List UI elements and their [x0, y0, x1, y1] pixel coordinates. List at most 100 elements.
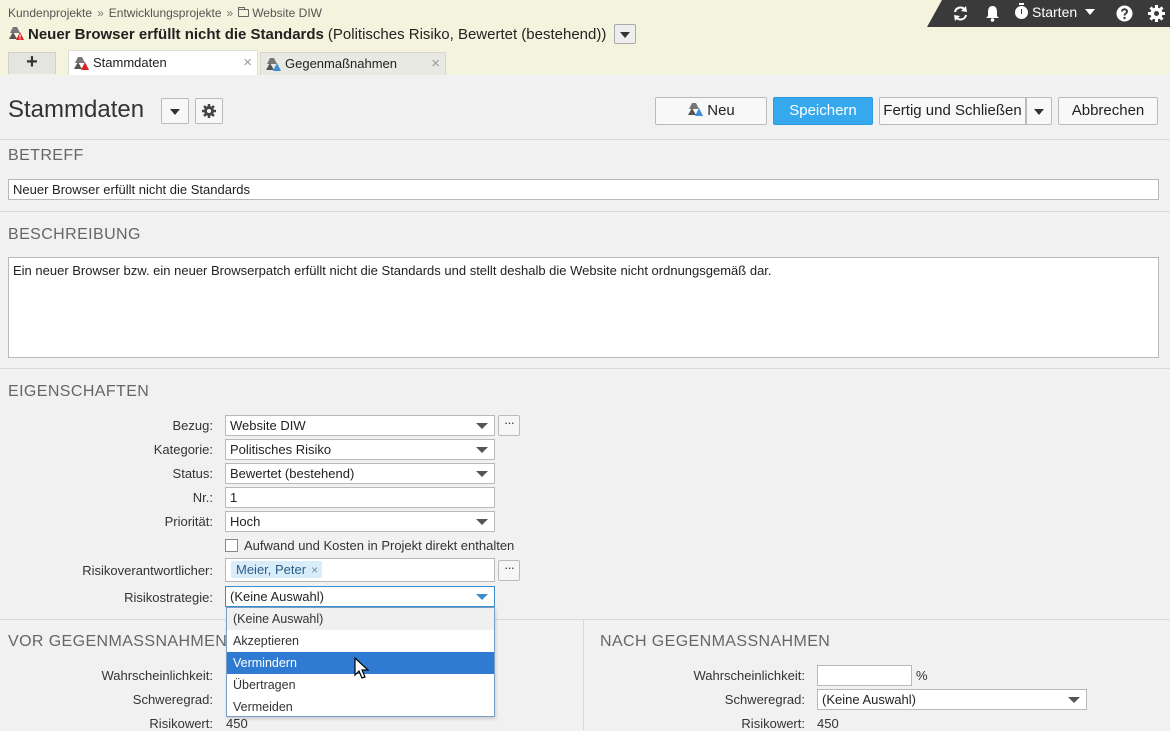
- breadcrumb: Kundenprojekte » Entwicklungsprojekte » Webs…: [8, 6, 322, 20]
- risikostrategie-value: (Keine Auswahl): [230, 589, 324, 604]
- risikoverantwortlicher-label: Risikoverantwortlicher:: [82, 563, 213, 578]
- close-icon[interactable]: ×: [243, 51, 252, 75]
- nach-schweregrad-value: (Keine Auswahl): [822, 692, 916, 707]
- divider: [0, 211, 1170, 212]
- chevron-down-icon: [476, 471, 488, 477]
- divider: [0, 139, 1170, 140]
- mouse-cursor-icon: [354, 657, 370, 679]
- page-settings-button[interactable]: [195, 98, 223, 124]
- kategorie-label: Kategorie:: [153, 442, 213, 457]
- breadcrumb-item-entwicklungsprojekte[interactable]: Entwicklungsprojekte: [109, 6, 222, 20]
- page-menu-button[interactable]: [161, 98, 189, 124]
- nach-risikowert-value: 450: [817, 716, 839, 731]
- kategorie-select[interactable]: Politisches Risiko: [225, 439, 495, 460]
- person-chip-label: Meier, Peter: [236, 562, 307, 577]
- tab-label: Gegenmaßnahmen: [285, 56, 398, 71]
- breadcrumb-item-website[interactable]: Website DIW: [252, 6, 322, 20]
- dropdown-option-keine-auswahl[interactable]: (Keine Auswahl): [227, 608, 494, 630]
- person-chip: Meier, Peter ×: [231, 561, 323, 578]
- bezug-value: Website DIW: [230, 418, 306, 433]
- prioritaet-select[interactable]: Hoch: [225, 511, 495, 532]
- bell-icon[interactable]: [985, 5, 1000, 22]
- column-divider: [583, 620, 584, 730]
- risikoverantwortlicher-input[interactable]: Meier, Peter ×: [225, 558, 495, 582]
- chevron-down-icon: [620, 31, 631, 38]
- vor-schweregrad-label: Schweregrad:: [132, 692, 213, 707]
- tab-stammdaten[interactable]: Stammdaten ×: [68, 50, 258, 75]
- chevron-down-icon: [170, 109, 180, 115]
- fertig-options-button[interactable]: [1026, 97, 1052, 125]
- prioritaet-value: Hoch: [230, 514, 261, 529]
- nach-schweregrad-select[interactable]: (Keine Auswahl): [817, 689, 1087, 710]
- nr-label: Nr.:: [192, 490, 213, 505]
- remove-chip-icon[interactable]: ×: [311, 563, 318, 577]
- prioritaet-label: Priorität:: [164, 514, 213, 529]
- percent-unit: %: [916, 668, 928, 683]
- risikostrategie-select[interactable]: (Keine Auswahl): [225, 586, 495, 607]
- tab-gegenmassnahmen[interactable]: Gegenmaßnahmen ×: [260, 52, 446, 75]
- bezug-more-button[interactable]: ···: [498, 415, 520, 436]
- record-menu-button[interactable]: [614, 23, 637, 44]
- chevron-down-icon: [476, 594, 488, 600]
- refresh-icon[interactable]: [952, 5, 969, 22]
- chevron-down-icon: [476, 519, 488, 525]
- gear-icon: [202, 104, 216, 118]
- nach-schweregrad-label: Schweregrad:: [724, 692, 805, 707]
- record-title-sub: (Politisches Risiko, Bewertet (bestehend…: [327, 26, 607, 43]
- starten-button[interactable]: Starten: [1015, 3, 1096, 20]
- chevron-down-icon: [476, 423, 488, 429]
- nr-input[interactable]: 1: [225, 487, 495, 508]
- status-value: Bewertet (bestehend): [230, 466, 355, 481]
- page-title: Stammdaten: [8, 96, 145, 123]
- kategorie-value: Politisches Risiko: [230, 442, 332, 457]
- nach-wahrscheinlichkeit-input[interactable]: [817, 665, 912, 686]
- section-heading-vor: VOR GEGENMASSNAHMEN: [8, 633, 228, 650]
- gear-icon[interactable]: [1148, 5, 1165, 22]
- risk-warning-icon: [74, 57, 89, 70]
- record-title-main: Neuer Browser erfüllt nicht die Standard…: [28, 26, 324, 43]
- section-heading-eigenschaften: EIGENSCHAFTEN: [8, 383, 150, 400]
- section-heading-nach: NACH GEGENMASSNAHMEN: [600, 633, 831, 650]
- section-heading-beschreibung: BESCHREIBUNG: [8, 226, 141, 243]
- bezug-select[interactable]: Website DIW: [225, 415, 495, 436]
- divider: [0, 619, 1170, 620]
- nach-risikowert-label: Risikowert:: [741, 716, 805, 731]
- global-toolbar: Starten: [927, 0, 1170, 27]
- nach-wahrscheinlichkeit-label: Wahrscheinlichkeit:: [693, 668, 805, 683]
- record-title: Neuer Browser erfüllt nicht die Standard…: [8, 23, 637, 44]
- aufwand-checkbox-label[interactable]: Aufwand und Kosten in Projekt direkt ent…: [244, 538, 514, 553]
- status-label: Status:: [172, 466, 213, 481]
- betreff-input[interactable]: Neuer Browser erfüllt nicht die Standard…: [8, 179, 1159, 200]
- status-select[interactable]: Bewertet (bestehend): [225, 463, 495, 484]
- breadcrumb-separator: »: [226, 6, 234, 20]
- risikoverantwortlicher-more-button[interactable]: ···: [498, 560, 520, 581]
- add-tab-button[interactable]: +: [8, 52, 56, 74]
- stopwatch-icon: [1015, 3, 1028, 19]
- close-icon[interactable]: ×: [431, 53, 440, 75]
- speichern-button[interactable]: Speichern: [773, 97, 873, 125]
- divider: [0, 368, 1170, 369]
- vor-risikowert-value: 450: [226, 716, 248, 731]
- breadcrumb-item-kundenprojekte[interactable]: Kundenprojekte: [8, 6, 92, 20]
- new-measure-icon: [688, 103, 704, 116]
- fertig-und-schliessen-button[interactable]: Fertig und Schließen: [879, 97, 1026, 125]
- help-icon[interactable]: [1116, 5, 1133, 22]
- folder-icon: [238, 7, 250, 17]
- dropdown-option-akzeptieren[interactable]: Akzeptieren: [227, 630, 494, 652]
- section-heading-betreff: BETREFF: [8, 147, 84, 164]
- tab-label: Stammdaten: [93, 55, 167, 70]
- aufwand-checkbox[interactable]: [225, 539, 238, 552]
- vor-risikowert-label: Risikowert:: [149, 716, 213, 731]
- measures-icon: [266, 58, 281, 71]
- chevron-down-icon: [1034, 109, 1044, 115]
- abbrechen-button[interactable]: Abbrechen: [1058, 97, 1158, 125]
- dropdown-option-vermeiden[interactable]: Vermeiden: [227, 696, 494, 718]
- starten-label: Starten: [1032, 4, 1078, 20]
- breadcrumb-separator: »: [97, 6, 104, 20]
- chevron-down-icon: [476, 447, 488, 453]
- risk-warning-icon: [9, 27, 24, 40]
- neu-button[interactable]: Neu: [655, 97, 767, 125]
- chevron-down-icon: [1068, 697, 1080, 703]
- neu-label: Neu: [707, 102, 735, 119]
- beschreibung-textarea[interactable]: Ein neuer Browser bzw. ein neuer Browser…: [8, 257, 1159, 358]
